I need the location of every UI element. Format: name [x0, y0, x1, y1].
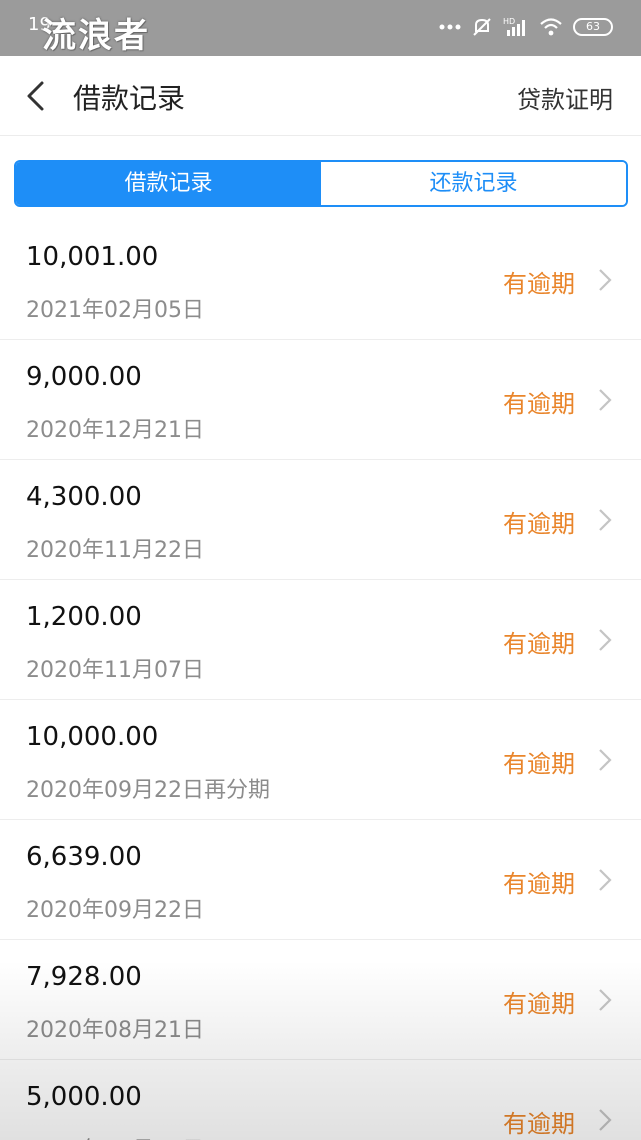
record-date: 2020年12月21日 — [26, 418, 204, 443]
overdue-status: 有逾期 — [503, 990, 575, 1018]
overdue-status: 有逾期 — [503, 870, 575, 898]
status-icons: HD 63 — [439, 14, 613, 40]
chevron-right-icon — [599, 749, 612, 771]
loan-record-list: 10,001.00 2021年02月05日 有逾期 9,000.00 2020年… — [0, 220, 641, 1140]
record-date: 2020年09月22日 — [26, 898, 204, 923]
record-date: 2020年08月22日 — [26, 1132, 204, 1140]
chevron-right-icon — [599, 989, 612, 1011]
overdue-status: 有逾期 — [503, 390, 575, 418]
record-type-tabs: 借款记录 还款记录 — [14, 160, 628, 207]
chevron-right-icon — [599, 389, 612, 411]
list-item[interactable]: 6,639.00 2020年09月22日 有逾期 — [0, 820, 641, 940]
record-amount: 10,000.00 — [26, 722, 159, 752]
watermark-text: 流浪者 — [42, 16, 150, 56]
record-date: 2020年11月22日 — [26, 538, 204, 563]
list-item[interactable]: 7,928.00 2020年08月21日 有逾期 — [0, 940, 641, 1060]
overdue-status: 有逾期 — [503, 270, 575, 298]
list-item[interactable]: 1,200.00 2020年11月07日 有逾期 — [0, 580, 641, 700]
overdue-status: 有逾期 — [503, 750, 575, 778]
overdue-status: 有逾期 — [503, 510, 575, 538]
record-date: 2021年02月05日 — [26, 298, 204, 323]
back-arrow-icon[interactable] — [22, 78, 52, 114]
record-amount: 1,200.00 — [26, 602, 142, 632]
wifi-icon — [540, 18, 562, 36]
list-item[interactable]: 4,300.00 2020年11月22日 有逾期 — [0, 460, 641, 580]
chevron-right-icon — [599, 269, 612, 291]
record-amount: 6,639.00 — [26, 842, 142, 872]
record-date: 2020年08月21日 — [26, 1018, 204, 1043]
record-amount: 5,000.00 — [26, 1082, 142, 1112]
list-item[interactable]: 10,001.00 2021年02月05日 有逾期 — [0, 220, 641, 340]
overdue-status: 有逾期 — [503, 630, 575, 658]
tab-borrow-records[interactable]: 借款记录 — [16, 162, 321, 205]
chevron-right-icon — [599, 869, 612, 891]
record-date: 2020年11月07日 — [26, 658, 204, 683]
record-amount: 4,300.00 — [26, 482, 142, 512]
list-item[interactable]: 5,000.00 2020年08月22日 有逾期 — [0, 1060, 641, 1140]
record-date: 2020年09月22日再分期 — [26, 778, 270, 803]
page-title: 借款记录 — [73, 82, 186, 115]
record-amount: 7,928.00 — [26, 962, 142, 992]
network-type-label: HD — [503, 17, 515, 26]
chevron-right-icon — [599, 509, 612, 531]
nav-bar: 借款记录 贷款证明 — [0, 56, 641, 136]
signal-icon: HD — [503, 17, 525, 36]
status-bar: 19 流浪者 HD 63 — [0, 0, 641, 56]
chevron-right-icon — [599, 1109, 612, 1131]
record-amount: 10,001.00 — [26, 242, 159, 272]
list-item[interactable]: 9,000.00 2020年12月21日 有逾期 — [0, 340, 641, 460]
list-item[interactable]: 10,000.00 2020年09月22日再分期 有逾期 — [0, 700, 641, 820]
loan-certificate-link[interactable]: 贷款证明 — [517, 80, 613, 115]
mute-icon — [473, 18, 491, 36]
record-amount: 9,000.00 — [26, 362, 142, 392]
battery-icon: 63 — [573, 18, 613, 36]
more-dots-icon — [439, 24, 461, 30]
overdue-status: 有逾期 — [503, 1110, 575, 1138]
chevron-right-icon — [599, 629, 612, 651]
tab-repay-records[interactable]: 还款记录 — [321, 162, 626, 205]
